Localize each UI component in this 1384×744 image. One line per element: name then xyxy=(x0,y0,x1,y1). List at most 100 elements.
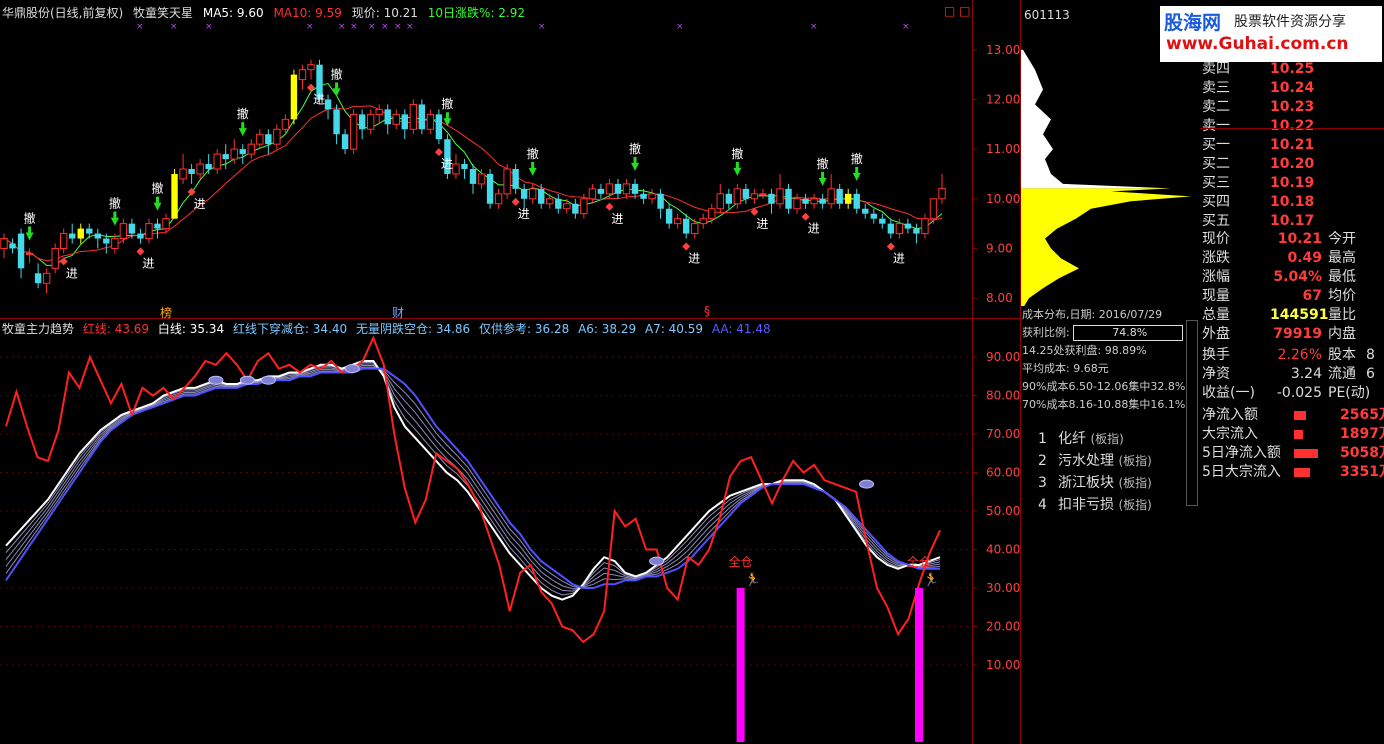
quote-row[interactable]: 卖二 10.23 xyxy=(1202,96,1314,115)
peak-marker-icon xyxy=(344,364,360,374)
stat-label: 现量 xyxy=(1202,288,1230,304)
candle-body xyxy=(768,193,775,204)
candle xyxy=(665,203,673,229)
y-tick-label: 11.00 xyxy=(986,142,1020,156)
candle-body xyxy=(94,233,101,239)
quote-separator xyxy=(1200,128,1384,129)
y-tick-label: 30.00 xyxy=(986,581,1020,595)
quote-row[interactable]: 卖三 10.24 xyxy=(1202,77,1314,96)
sell-arrow-icon xyxy=(25,232,34,241)
panel-scrollbar[interactable] xyxy=(1186,320,1198,506)
candle-body xyxy=(486,173,494,204)
sell-signal-label: 撤 xyxy=(527,146,539,161)
window-controls[interactable]: □ □ xyxy=(944,4,971,18)
candle-body xyxy=(59,233,68,249)
candle-body xyxy=(418,104,426,130)
sell-signal-label: 撤 xyxy=(151,181,163,196)
red-line xyxy=(5,335,941,644)
candle-body xyxy=(793,198,801,210)
candle-body xyxy=(588,188,597,200)
sell-arrow-stem xyxy=(241,122,245,130)
candle-body xyxy=(819,198,826,204)
sector-no: 3 xyxy=(1038,475,1047,491)
candle-body xyxy=(503,168,511,195)
sell-arrow-stem xyxy=(821,171,825,179)
candle xyxy=(51,243,59,274)
stat-label-2: 均价 xyxy=(1328,288,1356,304)
candle xyxy=(691,218,699,239)
candle-body xyxy=(162,218,170,230)
candle-body xyxy=(69,233,76,239)
buy-signal-label: 进 xyxy=(808,222,820,236)
stat-value: 67 xyxy=(1302,288,1322,304)
candlestick-chart[interactable]: 13.0012.0011.0010.009.008.00撤撤撤撤撤撤撤撤撤撤 撤进… xyxy=(0,20,1020,318)
sector-tag: (板指) xyxy=(1090,432,1124,446)
event-x-mark: × xyxy=(810,22,818,32)
candle xyxy=(222,144,229,169)
y-tick-label: 80.00 xyxy=(986,389,1020,403)
quote-row[interactable]: 卖一 10.22 xyxy=(1202,115,1314,134)
logo-url: www.Guhai.com.cn xyxy=(1166,34,1349,54)
candle-body xyxy=(477,173,486,185)
candle-body xyxy=(673,218,682,225)
stat-value: 79919 xyxy=(1273,326,1322,342)
sector-item[interactable]: 3 浙江板块 (板指) xyxy=(1038,472,1152,494)
quote-row[interactable]: 买五 10.17 xyxy=(1202,210,1314,229)
sell-signal-label: 撤 xyxy=(629,141,641,156)
candle-body xyxy=(862,208,869,214)
profit-ratio-label: 获利比例: xyxy=(1022,326,1070,339)
y-tick-label: 12.00 xyxy=(986,92,1020,106)
axis-divider xyxy=(972,0,973,744)
quote-row[interactable]: 买三 10.19 xyxy=(1202,172,1314,191)
event-x-mark: × xyxy=(205,22,213,32)
quote-row[interactable]: 买一 10.21 xyxy=(1202,134,1314,153)
quote-row[interactable]: 买四 10.18 xyxy=(1202,191,1314,210)
sector-item[interactable]: 2 污水处理 (板指) xyxy=(1038,450,1152,472)
candle-body xyxy=(324,99,332,110)
candle-body xyxy=(512,169,519,189)
buy-signal-label: 进 xyxy=(893,252,905,266)
event-marker-s[interactable]: § xyxy=(704,304,710,318)
stat2-row: 换手 2.26% 股本 8 xyxy=(1202,344,1375,363)
sell-arrow-icon xyxy=(631,162,640,171)
ribbon-line xyxy=(5,361,941,596)
candle-body xyxy=(9,243,16,249)
stock-name[interactable]: 华鼎股份(日线,前复权) xyxy=(2,6,123,20)
candle-body xyxy=(699,218,707,225)
candle-body xyxy=(375,108,383,115)
candle-body xyxy=(86,228,93,234)
event-x-mark: × xyxy=(394,22,402,32)
stat-label-2: 量比 xyxy=(1328,307,1356,323)
candle xyxy=(913,223,920,244)
candle-body xyxy=(461,164,468,169)
sell-arrow-stem xyxy=(855,166,859,174)
peak-marker-icon xyxy=(260,375,276,385)
quote-label: 卖二 xyxy=(1202,99,1230,115)
candle xyxy=(921,213,929,239)
sector-item[interactable]: 1 化纤 (板指) xyxy=(1038,428,1152,450)
event-x-mark: × xyxy=(306,22,314,32)
buy-signal-label: 进 xyxy=(441,157,453,171)
event-marker-bang[interactable]: 榜 xyxy=(160,304,172,321)
candle xyxy=(776,173,784,209)
sector-no: 1 xyxy=(1038,431,1047,447)
indicator-title[interactable]: 牧童主力趋势 xyxy=(2,322,74,336)
candle xyxy=(247,139,255,160)
candle-body xyxy=(708,208,716,220)
candle xyxy=(819,193,826,209)
buy-signal-label: 进 xyxy=(194,197,206,211)
candle xyxy=(42,268,51,294)
candle-body xyxy=(631,183,639,194)
quote-row[interactable]: 买二 10.20 xyxy=(1202,153,1314,172)
event-marker-cai[interactable]: 财 xyxy=(392,304,404,321)
sector-item[interactable]: 4 扣非亏损 (板指) xyxy=(1038,494,1152,516)
candle xyxy=(520,183,528,209)
candle-body xyxy=(921,218,929,235)
stat-value: 144591 xyxy=(1270,307,1329,323)
candle-body xyxy=(810,198,818,205)
buy-signal-label: 进 xyxy=(66,266,78,280)
y-tick-label: 8.00 xyxy=(986,291,1013,305)
trend-indicator-chart[interactable]: 90.00 80.00 70.00 60.00 50.00 40.00 30.00 20.00… xyxy=(0,334,1020,742)
candle xyxy=(452,154,460,179)
candle-body xyxy=(622,183,631,195)
